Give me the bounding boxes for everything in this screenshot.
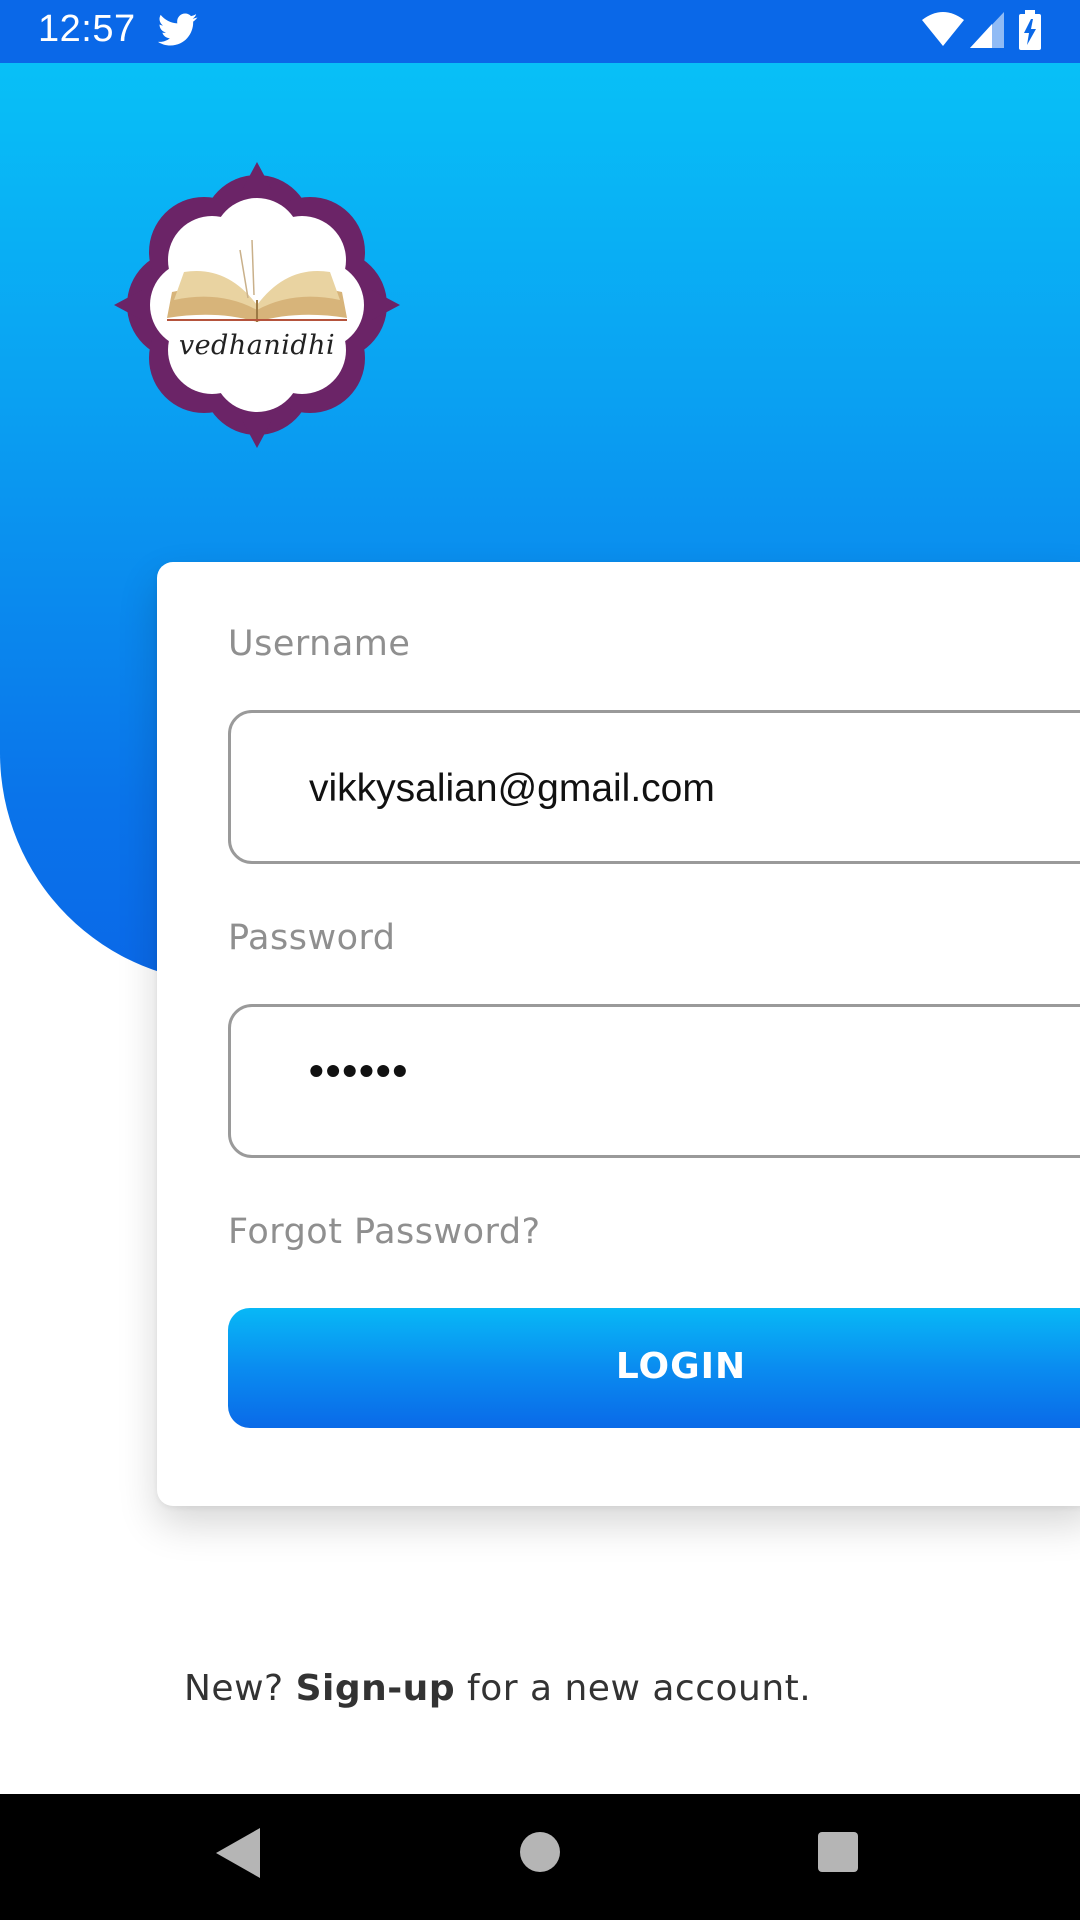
username-value: vikkysalian@gmail.com	[309, 767, 715, 810]
username-field[interactable]: vikkysalian@gmail.com	[228, 710, 1080, 864]
signal-icon	[970, 12, 1004, 48]
app-logo: vedhanidhi	[112, 160, 402, 450]
signup-link[interactable]: Sign-up	[296, 1668, 456, 1709]
battery-charging-icon	[1019, 10, 1041, 50]
recent-apps-icon[interactable]	[818, 1832, 858, 1872]
logo-text: vedhanidhi	[178, 330, 336, 361]
forgot-password-link[interactable]: Forgot Password?	[228, 1212, 541, 1252]
signup-suffix: for a new account.	[455, 1668, 812, 1709]
home-icon[interactable]	[520, 1832, 560, 1872]
password-field[interactable]: ••••••	[228, 1004, 1080, 1158]
status-time: 12:57	[38, 8, 136, 50]
back-icon[interactable]	[216, 1828, 260, 1878]
navigation-bar	[0, 1794, 1080, 1920]
login-button-label: LOGIN	[615, 1346, 747, 1387]
password-label: Password	[228, 918, 396, 958]
login-button[interactable]: LOGIN	[228, 1308, 1080, 1428]
username-label: Username	[228, 624, 411, 664]
password-value: ••••••	[309, 1047, 410, 1094]
status-bar: 12:57	[0, 0, 1080, 63]
wifi-icon	[922, 12, 964, 46]
signup-prompt: New? Sign-up for a new account.	[184, 1668, 811, 1709]
signup-prefix: New?	[184, 1668, 296, 1709]
twitter-icon	[158, 13, 198, 46]
lotus-logo-icon	[114, 162, 400, 448]
login-screen: 12:57 vedhanidhi Username vikkysalian@gm…	[0, 0, 1080, 1920]
